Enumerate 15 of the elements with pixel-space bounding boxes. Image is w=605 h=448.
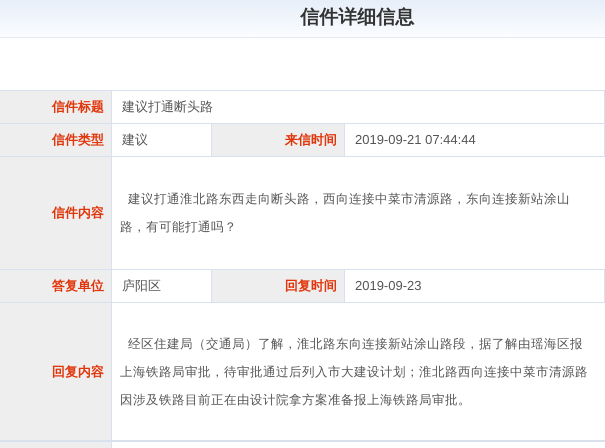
field-value: 建议打通断头路 xyxy=(122,98,213,116)
field-label: 答复单位 xyxy=(52,277,104,296)
field-value: 建议 xyxy=(122,131,148,150)
field-label: 信件标题 xyxy=(52,98,104,116)
field-value: 2019-09-21 07:44:44 xyxy=(355,131,476,150)
page-title: 信件详细信息 xyxy=(299,6,414,30)
field-label: 回复内容 xyxy=(52,362,104,381)
field-label: 信件类型 xyxy=(52,131,104,150)
field-label: 回复时间 xyxy=(285,277,337,296)
reply-text: 经区住建局（交通局）了解，淮北路东向连接新站涂山路段，据了解由瑶海区报上海铁路局审批，待审批通过后列入市大建设计划；淮北路西向连接中菜市清源路因涉及铁路目前正在由设计院拿方案准备报上海铁路局审批。 xyxy=(120,336,589,408)
field-label: 来信时间 xyxy=(285,131,337,150)
field-value: 庐阳区 xyxy=(122,277,161,296)
letter-text: 建议打通淮北路东西走向断头路，西向连接中菜市清源路，东向连接新站涂山路，有可能打通吗？ xyxy=(120,191,571,236)
field-label: 信件内容 xyxy=(52,204,104,222)
field-value: 2019-09-23 xyxy=(355,277,422,296)
